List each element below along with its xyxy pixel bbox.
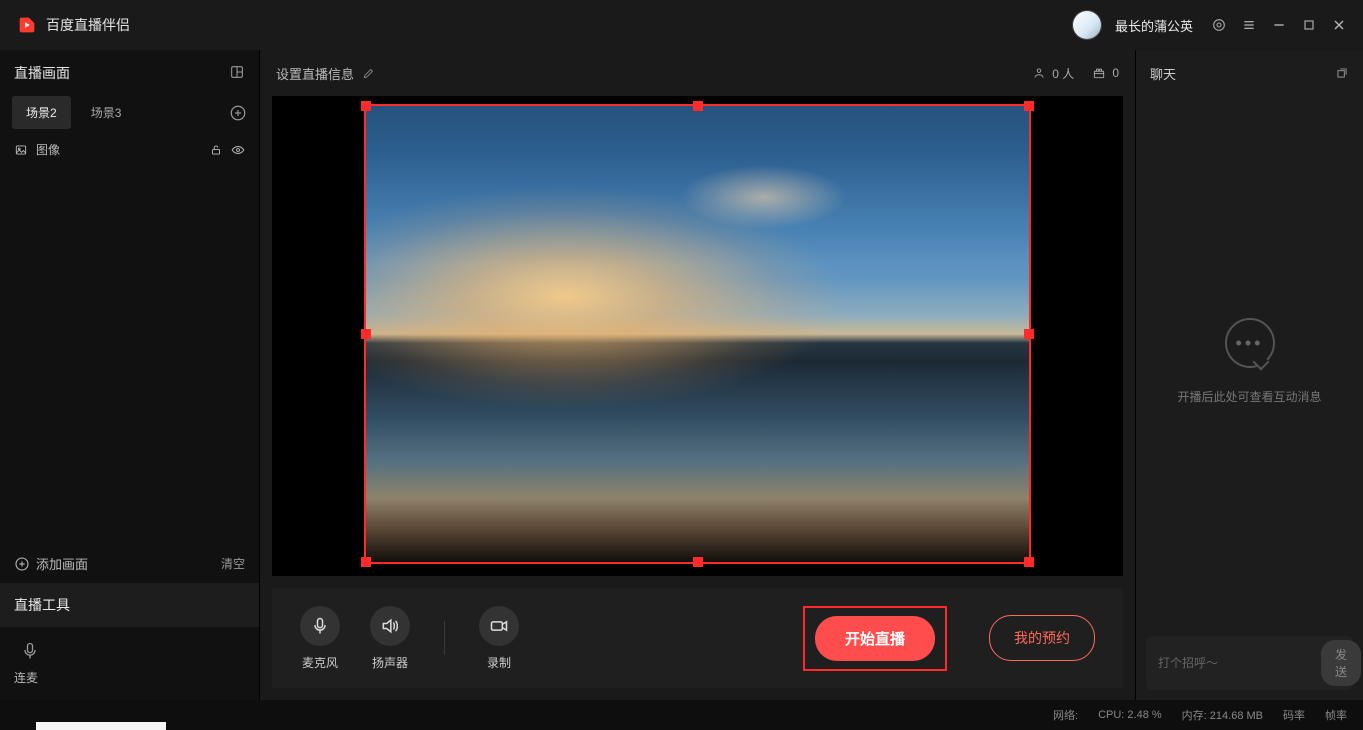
chat-empty-text: 开播后此处可查看互动消息 [1177,388,1321,405]
chat-send-button[interactable]: 发送 [1321,640,1361,686]
gift-count-value: 0 [1112,66,1119,80]
microphone-icon [300,606,340,646]
layout-grid-icon[interactable] [229,64,245,83]
control-label: 麦克风 [302,654,338,671]
maximize-button[interactable] [1301,17,1317,33]
resize-handle-right[interactable] [1024,329,1034,339]
status-fps-label: 帧率 [1325,707,1347,723]
titlebar-right: 最长的蒲公英 [1073,11,1347,39]
control-microphone[interactable]: 麦克风 [300,606,340,671]
menu-icon[interactable] [1241,17,1257,33]
lock-icon[interactable] [209,143,223,157]
resize-handle-top-left[interactable] [361,101,371,111]
app-title: 百度直播伴侣 [46,15,130,35]
resize-handle-bottom[interactable] [693,557,703,567]
resize-handle-left[interactable] [361,329,371,339]
control-bar: 麦克风 扬声器 录制 开始直播 我的预约 [272,588,1123,688]
scene-tab-3[interactable]: 场景3 [77,96,136,129]
username-label[interactable]: 最长的蒲公英 [1115,16,1193,35]
center-panel: 设置直播信息 0 人 0 [260,50,1135,700]
preview-canvas[interactable] [272,96,1123,576]
resize-handle-bottom-left[interactable] [361,557,371,567]
chat-input-row: 发送 [1146,636,1353,690]
resize-handle-bottom-right[interactable] [1024,557,1034,567]
add-scene-button[interactable] [229,104,247,122]
titlebar-left: 百度直播伴侣 [16,14,130,36]
popout-icon[interactable] [1335,66,1349,80]
chat-empty-state: ••• 开播后此处可查看互动消息 [1136,96,1363,626]
visibility-icon[interactable] [231,143,245,157]
speaker-icon [370,606,410,646]
selection-frame[interactable] [364,104,1031,564]
add-source-button[interactable]: 添加画面 [14,554,88,573]
gift-count: 0 [1092,66,1119,80]
scene-tab-2[interactable]: 场景2 [12,96,71,129]
status-memory: 内存: 214.68 MB [1182,707,1263,723]
resize-handle-top[interactable] [693,101,703,111]
chat-header: 聊天 [1136,50,1363,96]
chat-input[interactable] [1158,656,1313,670]
taskbar-fragment [36,722,166,730]
tool-label: 连麦 [14,669,38,686]
source-label: 图像 [36,141,60,158]
main-row: 直播画面 场景2 场景3 图像 [0,50,1363,700]
title-bar: 百度直播伴侣 最长的蒲公英 [0,0,1363,50]
user-avatar[interactable] [1073,11,1101,39]
image-icon [14,143,28,157]
clear-sources-button[interactable]: 清空 [221,555,245,572]
scene-tabs: 场景2 场景3 [0,96,259,135]
tool-link-mic[interactable]: 连麦 [0,627,259,700]
status-bitrate-label: 码率 [1283,707,1305,723]
status-bar: 网络: CPU: 2.48 % 内存: 214.68 MB 码率 帧率 [0,700,1363,730]
app-logo-icon [16,14,38,36]
start-livestream-highlight: 开始直播 [803,606,947,671]
control-record[interactable]: 录制 [479,606,519,671]
camera-settings-icon[interactable] [1211,17,1227,33]
preview-image [366,106,1029,562]
resize-handle-top-right[interactable] [1024,101,1034,111]
control-label: 录制 [487,654,511,671]
add-source-label: 添加画面 [36,554,88,573]
viewer-count-value: 0 人 [1052,65,1074,82]
chat-bubble-icon: ••• [1225,318,1275,368]
center-header: 设置直播信息 0 人 0 [260,50,1135,96]
control-speaker[interactable]: 扬声器 [370,606,410,671]
record-icon [479,606,519,646]
sidebar-section-tools: 直播工具 [0,583,259,627]
viewer-count: 0 人 [1032,65,1074,82]
chat-title: 聊天 [1150,64,1176,83]
sidebar: 直播画面 场景2 场景3 图像 [0,50,260,700]
sidebar-section-live-canvas: 直播画面 [0,50,259,96]
minimize-button[interactable] [1271,17,1287,33]
stream-info-label[interactable]: 设置直播信息 [276,64,354,83]
start-livestream-button[interactable]: 开始直播 [815,616,935,661]
control-label: 扬声器 [372,654,408,671]
my-reservation-button[interactable]: 我的预约 [989,615,1095,661]
status-network-label: 网络: [1053,707,1078,723]
source-item-image[interactable]: 图像 [0,135,259,164]
edit-icon[interactable] [362,66,376,80]
divider [444,621,445,655]
add-source-row: 添加画面 清空 [0,544,259,583]
chat-panel: 聊天 ••• 开播后此处可查看互动消息 发送 [1135,50,1363,700]
status-cpu: CPU: 2.48 % [1098,709,1162,721]
microphone-icon [20,641,40,661]
section-title: 直播画面 [14,63,70,83]
close-button[interactable] [1331,17,1347,33]
